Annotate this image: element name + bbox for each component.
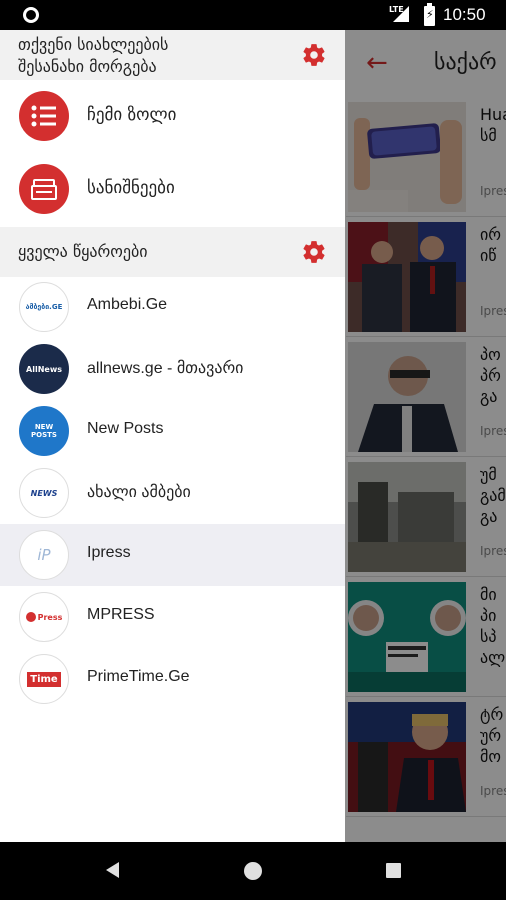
network-type: LTE: [389, 5, 404, 14]
source-label: allnews.ge - მთავარი: [87, 360, 244, 377]
news-logo-icon: NEWS: [19, 468, 69, 518]
nav-home-icon[interactable]: [244, 862, 262, 880]
menu-item-label: სანიშნეები: [87, 178, 175, 198]
source-item-mpress[interactable]: Press MPRESS: [0, 586, 345, 648]
drawer-header-customize: თქვენი სიახლეების შესანახი მორგება: [0, 30, 345, 80]
source-label: Ipress: [87, 544, 131, 561]
list-icon: [19, 91, 69, 141]
battery-icon: ⚡: [424, 3, 435, 26]
notification-icon: [23, 7, 39, 23]
ipress-logo-icon: iP: [19, 530, 69, 580]
source-item-ambebi[interactable]: ამბები.GE Ambebi.Ge: [0, 276, 345, 338]
gear-icon[interactable]: [301, 239, 327, 265]
system-nav-bar: [0, 842, 506, 900]
menu-item-bookmarks[interactable]: სანიშნეები: [0, 159, 345, 221]
source-label: Ambebi.Ge: [87, 296, 168, 313]
source-label: New Posts: [87, 420, 164, 437]
gear-icon[interactable]: [301, 42, 327, 68]
drawer-header-text: თქვენი სიახლეების შესანახი მორგება: [18, 35, 169, 76]
source-label: PrimeTime.Ge: [87, 668, 190, 685]
bookmarks-icon: [19, 164, 69, 214]
source-label: MPRESS: [87, 606, 155, 623]
source-item-new-posts[interactable]: NEW POSTS New Posts: [0, 400, 345, 462]
new-posts-logo-icon: NEW POSTS: [19, 406, 69, 456]
source-item-primetime[interactable]: Time PrimeTime.Ge: [0, 648, 345, 710]
allnews-logo-icon: AllNews: [19, 344, 69, 394]
menu-item-my-feed[interactable]: ჩემი ზოლი: [0, 86, 345, 148]
nav-recents-icon[interactable]: [386, 863, 401, 878]
status-time: 10:50: [443, 5, 486, 24]
source-label: ახალი ამბები: [87, 484, 191, 501]
source-item-akhali-ambebi[interactable]: NEWS ახალი ამბები: [0, 462, 345, 524]
status-bar: LTE ⚡ 10:50: [0, 0, 506, 30]
source-item-ipress[interactable]: iP Ipress: [0, 524, 345, 586]
mpress-logo-icon: Press: [19, 592, 69, 642]
menu-item-label: ჩემი ზოლი: [87, 105, 177, 125]
ambebi-logo-icon: ამბები.GE: [19, 282, 69, 332]
primetime-logo-icon: Time: [19, 654, 69, 704]
nav-back-icon[interactable]: [106, 862, 119, 878]
navigation-drawer: თქვენი სიახლეების შესანახი მორგება ჩემი …: [0, 30, 345, 842]
drawer-header-sources: ყველა წყაროები: [0, 227, 345, 277]
source-item-allnews[interactable]: AllNews allnews.ge - მთავარი: [0, 338, 345, 400]
drawer-header-text: ყველა წყაროები: [18, 242, 148, 261]
